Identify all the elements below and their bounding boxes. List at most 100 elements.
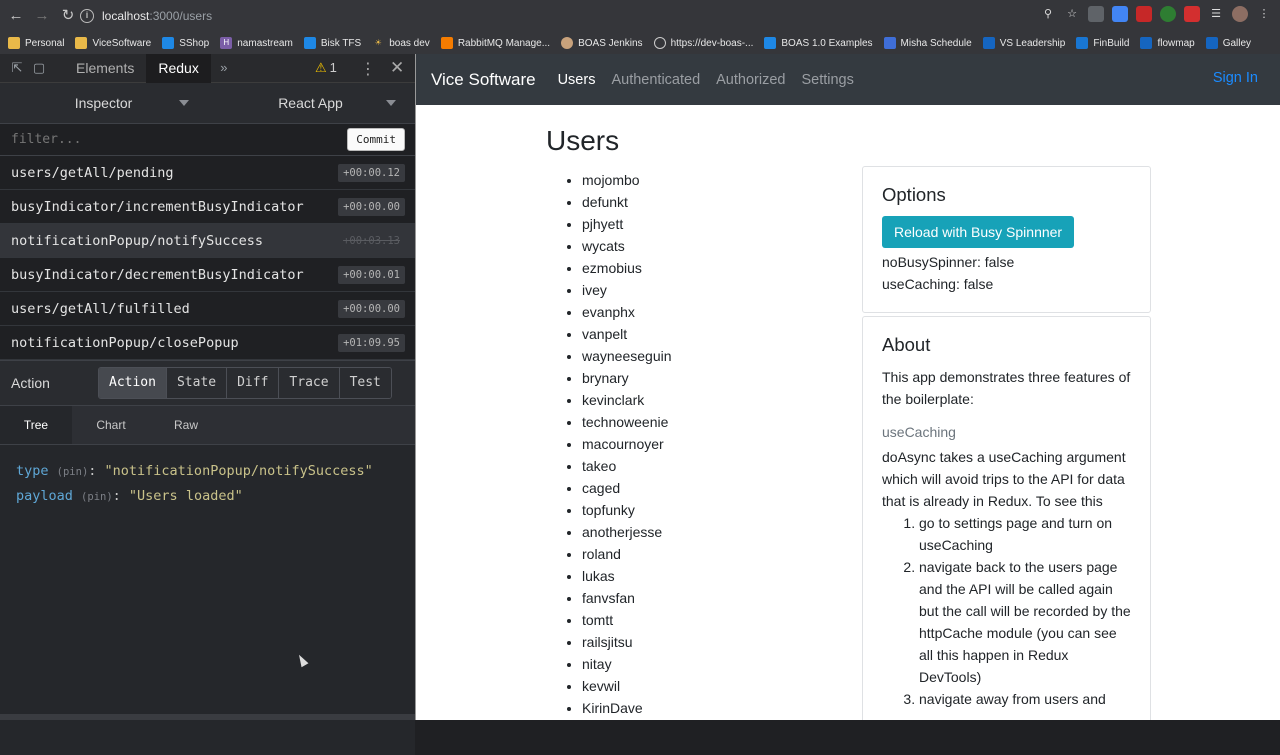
user-item: KirinDave bbox=[582, 697, 672, 719]
zoom-app-icon[interactable] bbox=[1112, 6, 1128, 22]
devtools-footer bbox=[0, 714, 415, 720]
menu-icon[interactable]: ⋮ bbox=[1256, 6, 1272, 22]
bookmark-item[interactable]: Misha Schedule bbox=[883, 37, 972, 49]
action-time: +00:00.01 bbox=[338, 265, 405, 284]
rabbitmq-icon bbox=[440, 37, 453, 49]
more-tabs-icon[interactable]: » bbox=[215, 59, 233, 77]
pin-label[interactable]: (pin) bbox=[57, 466, 89, 478]
monitor-tab-group: Action State Diff Trace Test bbox=[98, 367, 392, 399]
forward-icon[interactable]: → bbox=[32, 6, 52, 26]
close-icon[interactable]: ✕ bbox=[390, 58, 404, 78]
tab-state[interactable]: State bbox=[166, 368, 228, 398]
azure-icon bbox=[303, 37, 316, 49]
tree-row-payload[interactable]: payload (pin): "Users loaded" bbox=[16, 484, 399, 509]
kebab-menu-icon[interactable]: ⋮ bbox=[360, 59, 376, 79]
extension-icon[interactable] bbox=[1160, 6, 1176, 22]
action-item[interactable]: notificationPopup/closePopup +01:09.95 bbox=[0, 326, 415, 360]
tab-trace[interactable]: Trace bbox=[279, 368, 340, 398]
bookmark-item[interactable]: FinBuild bbox=[1076, 37, 1129, 49]
star-icon[interactable]: ☆ bbox=[1064, 6, 1080, 22]
action-item[interactable]: busyIndicator/incrementBusyIndicator +00:… bbox=[0, 190, 415, 224]
tree-row-type[interactable]: type (pin): "notificationPopup/notifySuc… bbox=[16, 459, 399, 484]
action-name: users/getAll/fulfilled bbox=[11, 300, 190, 317]
reload-icon[interactable]: ↻ bbox=[58, 6, 78, 26]
bookmark-item[interactable]: Personal bbox=[8, 37, 64, 49]
user-item: topfunky bbox=[582, 499, 672, 521]
redux-devtools-icon[interactable] bbox=[1184, 6, 1200, 22]
user-item: roland bbox=[582, 543, 672, 565]
tab-test[interactable]: Test bbox=[339, 368, 391, 398]
address-bar[interactable]: i localhost:3000/users bbox=[80, 4, 1080, 28]
tab-tree[interactable]: Tree bbox=[0, 406, 72, 444]
bookmark-item[interactable]: Bisk TFS bbox=[303, 37, 361, 49]
tab-chart[interactable]: Chart bbox=[72, 406, 150, 444]
bookmark-item[interactable]: VS Leadership bbox=[982, 37, 1065, 49]
app-viewport: Vice Software Users Authenticated Author… bbox=[415, 54, 1280, 720]
user-item: kevinclark bbox=[582, 389, 672, 411]
brand-link[interactable]: Vice Software bbox=[431, 70, 536, 90]
bookmark-item[interactable]: ☀ boas dev bbox=[372, 37, 430, 49]
device-toolbar-icon[interactable]: ▢ bbox=[30, 59, 48, 77]
jenkins-icon bbox=[561, 37, 574, 49]
monitor-select[interactable]: Inspector bbox=[0, 95, 207, 111]
tab-elements[interactable]: Elements bbox=[64, 54, 146, 83]
about-title: About bbox=[882, 334, 931, 355]
action-item[interactable]: users/getAll/pending +00:00.12 bbox=[0, 156, 415, 190]
tree-key: type bbox=[16, 463, 49, 479]
bookmark-item[interactable]: SShop bbox=[162, 37, 209, 49]
pin-label[interactable]: (pin) bbox=[81, 491, 113, 503]
action-item-selected[interactable]: notificationPopup/notifySuccess +00:03.13 bbox=[0, 224, 415, 258]
bookmark-item[interactable]: BOAS Jenkins bbox=[561, 37, 643, 49]
reload-button[interactable]: Reload with Busy Spinnner bbox=[882, 216, 1075, 248]
back-icon[interactable]: ← bbox=[6, 6, 26, 26]
nav-settings[interactable]: Settings bbox=[801, 72, 853, 88]
instance-select[interactable]: React App bbox=[207, 95, 414, 111]
reading-list-icon[interactable]: ☰ bbox=[1208, 6, 1224, 22]
avatar[interactable] bbox=[1232, 6, 1248, 22]
about-card: About This app demonstrates three featur… bbox=[862, 316, 1151, 720]
folder-icon bbox=[75, 37, 88, 49]
flowmap-icon bbox=[1140, 37, 1153, 49]
about-steps: go to settings page and turn on useCachi… bbox=[882, 512, 1131, 710]
bookmark-item[interactable]: Hnamastream bbox=[220, 37, 293, 49]
bookmark-item[interactable]: ViceSoftware bbox=[75, 37, 151, 49]
user-item: mojombo bbox=[582, 169, 672, 191]
user-item: technoweenie bbox=[582, 411, 672, 433]
user-list: mojombodefunktpjhyettwycatsezmobiusiveye… bbox=[582, 169, 672, 719]
warning-count: 1 bbox=[329, 60, 337, 75]
tab-redux[interactable]: Redux bbox=[146, 53, 211, 83]
inspect-element-icon[interactable]: ⇱ bbox=[8, 59, 26, 77]
extension-icon[interactable] bbox=[1088, 6, 1104, 22]
tab-raw[interactable]: Raw bbox=[150, 406, 222, 444]
action-time: +00:03.13 bbox=[343, 234, 400, 247]
nav-users[interactable]: Users bbox=[558, 72, 596, 88]
galley-icon bbox=[1205, 37, 1218, 49]
bookmark-item[interactable]: BOAS 1.0 Examples bbox=[764, 37, 873, 49]
filter-input[interactable] bbox=[11, 132, 311, 147]
info-icon[interactable]: i bbox=[80, 9, 94, 23]
action-item[interactable]: busyIndicator/decrementBusyIndicator +00:… bbox=[0, 258, 415, 292]
view-tabs: Tree Chart Raw bbox=[0, 406, 415, 445]
warning-badge[interactable]: ⚠ 1 bbox=[315, 60, 337, 76]
bookmark-item[interactable]: https://dev-boas-... bbox=[653, 37, 753, 49]
nav-authenticated[interactable]: Authenticated bbox=[611, 72, 700, 88]
bookmark-item[interactable]: flowmap bbox=[1140, 37, 1195, 49]
action-name: notificationPopup/closePopup bbox=[11, 334, 239, 351]
action-list: users/getAll/pending +00:00.12 busyIndica… bbox=[0, 156, 415, 360]
user-item: wayneeseguin bbox=[582, 345, 672, 367]
commit-button[interactable]: Commit bbox=[347, 128, 405, 151]
extension-icon[interactable] bbox=[1136, 6, 1152, 22]
bookmarks-bar: Personal ViceSoftware SShop Hnamastream … bbox=[0, 32, 1280, 54]
bookmark-item[interactable]: RabbitMQ Manage... bbox=[440, 37, 550, 49]
signin-link[interactable]: Sign In bbox=[1213, 70, 1258, 86]
user-item: nitay bbox=[582, 653, 672, 675]
filter-row: Commit bbox=[0, 124, 415, 156]
nav-authorized[interactable]: Authorized bbox=[716, 72, 785, 88]
bookmark-item[interactable]: Galley bbox=[1205, 37, 1251, 49]
caching-status: useCaching: false bbox=[882, 276, 994, 292]
tab-diff[interactable]: Diff bbox=[227, 368, 280, 398]
zoom-icon[interactable]: ⚲ bbox=[1040, 6, 1056, 22]
tab-action[interactable]: Action bbox=[99, 368, 167, 398]
url-path: :3000/users bbox=[149, 9, 213, 23]
action-item[interactable]: users/getAll/fulfilled +00:00.00 bbox=[0, 292, 415, 326]
